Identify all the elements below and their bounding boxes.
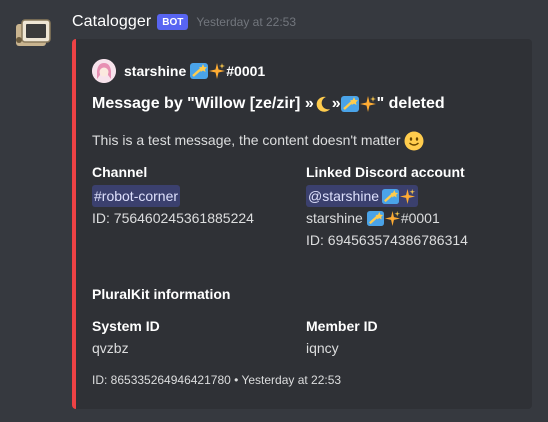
shooting-star-emoji: [366, 210, 384, 227]
linked-account-field-name: Linked Discord account: [306, 164, 465, 180]
sparkles-emoji: [359, 95, 377, 113]
member-id-name: Member ID: [306, 318, 378, 334]
linked-user-id: ID: 694563574386786314: [306, 232, 468, 248]
shooting-star-emoji: [340, 95, 359, 113]
linked-user-suffix: #0001: [400, 210, 440, 226]
channel-mention[interactable]: #robot-corner: [92, 185, 181, 207]
embed-author-name: starshine: [124, 63, 187, 79]
member-id-value: iqncy: [306, 340, 339, 356]
crescent-moon-emoji: [314, 95, 332, 113]
author-avatar-icon: [92, 59, 116, 83]
bot-avatar-icon[interactable]: [14, 14, 54, 54]
system-id-field: System ID qvzbz: [92, 317, 160, 359]
author-username[interactable]: Catalogger: [72, 13, 151, 31]
member-id-field: Member ID iqncy: [306, 317, 378, 359]
message-header: Catalogger BOT Yesterday at 22:53: [72, 10, 296, 34]
embed-footer: ID: 865335264946421780 • Yesterday at 22…: [92, 373, 342, 387]
channel-field: Channel #robot-corner ID: 75646024536188…: [92, 163, 254, 229]
embed-author: starshine #0001: [92, 59, 265, 83]
sparkles-emoji: [399, 188, 416, 205]
user-mention-text: @starshine: [308, 188, 380, 204]
sparkles-emoji: [384, 210, 401, 227]
embed-author-suffix: #0001: [226, 63, 266, 79]
shooting-star-emoji: [382, 188, 400, 205]
system-id-name: System ID: [92, 318, 160, 334]
bot-badge: BOT: [157, 14, 189, 30]
shooting-star-emoji: [190, 62, 209, 80]
description-text: This is a test message, the content does…: [92, 132, 401, 148]
user-mention[interactable]: @starshine: [306, 185, 419, 207]
embed-description: This is a test message, the content does…: [92, 131, 423, 151]
pluralkit-heading: PluralKit information: [92, 286, 231, 302]
sparkles-emoji: [208, 62, 226, 80]
linked-user-tag: starshine #0001: [306, 207, 468, 229]
embed-title: Message by "Willow [ze/zir] » » " delete…: [92, 95, 445, 113]
channel-field-name: Channel: [92, 164, 148, 180]
title-mid: »: [331, 95, 341, 112]
title-suffix: " deleted: [376, 95, 445, 112]
log-embed: starshine #0001 Message by "Willow [ze/z…: [72, 39, 532, 409]
linked-user-name: starshine: [306, 210, 363, 226]
system-id-value: qvzbz: [92, 340, 129, 356]
linked-account-field: Linked Discord account @starshine starsh…: [306, 163, 468, 251]
channel-id: ID: 756460245361885224: [92, 210, 254, 226]
slight-smile-emoji: [404, 131, 423, 151]
message-timestamp[interactable]: Yesterday at 22:53: [196, 15, 296, 29]
title-prefix: Message by "Willow [ze/zir] »: [92, 95, 314, 112]
